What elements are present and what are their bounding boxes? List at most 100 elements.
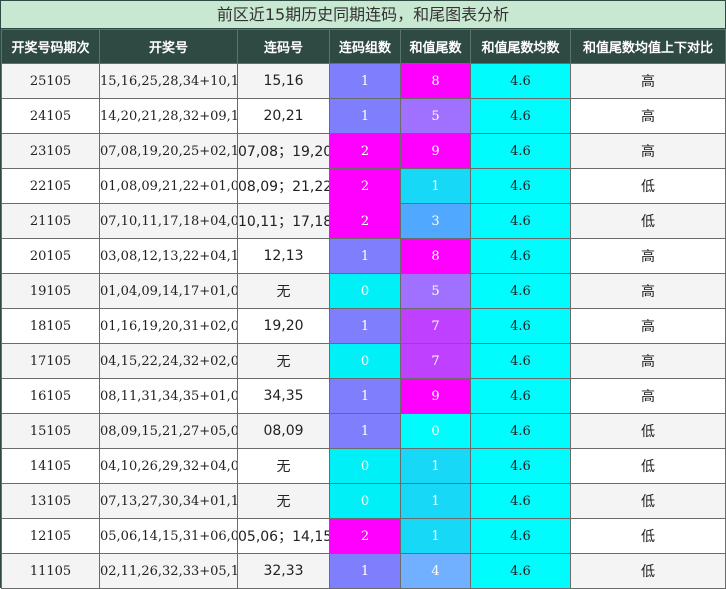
draw-numbers-cell: 08,09,15,21,27+05,09 xyxy=(99,413,238,449)
draw-numbers-cell: 04,10,26,29,32+04,08 xyxy=(99,448,238,484)
group-count-cell: 0 xyxy=(329,273,401,309)
table-title: 前区近15期历史同期连码，和尾图表分析 xyxy=(1,1,725,29)
table-row: 25105 15,16,25,28,34+10,12 15,16 1 8 4.6 高 xyxy=(1,63,726,99)
tail-average-cell: 4.6 xyxy=(470,98,571,134)
tail-average-cell: 4.6 xyxy=(470,63,571,99)
high-low-compare-cell: 高 xyxy=(570,308,726,344)
high-low-compare-cell: 高 xyxy=(570,133,726,169)
draw-numbers-cell: 07,10,11,17,18+04,09 xyxy=(99,203,238,239)
period-cell: 12105 xyxy=(1,518,100,554)
period-cell: 15105 xyxy=(1,413,100,449)
history-table: 开奖号码期次 开奖号 连码号 连码组数 和值尾数 和值尾数均数 和值尾数均值上下… xyxy=(1,29,726,589)
draw-numbers-cell: 07,13,27,30,34+01,12 xyxy=(99,483,238,519)
sum-tail-cell: 8 xyxy=(400,63,471,99)
table-row: 15105 08,09,15,21,27+05,09 08,09 1 0 4.6 低 xyxy=(1,413,726,449)
group-count-cell: 1 xyxy=(329,63,401,99)
tail-average-cell: 4.6 xyxy=(470,168,571,204)
draw-numbers-cell: 03,08,12,13,22+04,12 xyxy=(99,238,238,274)
period-cell: 23105 xyxy=(1,133,100,169)
period-cell: 11105 xyxy=(1,553,100,589)
period-cell: 21105 xyxy=(1,203,100,239)
consecutive-numbers-cell: 15,16 xyxy=(237,63,330,99)
sum-tail-cell: 4 xyxy=(400,553,471,589)
group-count-cell: 0 xyxy=(329,448,401,484)
tail-average-cell: 4.6 xyxy=(470,448,571,484)
consecutive-numbers-cell: 19,20 xyxy=(237,308,330,344)
group-count-cell: 2 xyxy=(329,203,401,239)
table-row: 19105 01,04,09,14,17+01,06 无 0 5 4.6 高 xyxy=(1,273,726,309)
table-row: 13105 07,13,27,30,34+01,12 无 0 1 4.6 低 xyxy=(1,483,726,519)
sum-tail-cell: 7 xyxy=(400,343,471,379)
period-cell: 14105 xyxy=(1,448,100,484)
tail-average-cell: 4.6 xyxy=(470,308,571,344)
group-count-cell: 1 xyxy=(329,308,401,344)
draw-numbers-cell: 01,04,09,14,17+01,06 xyxy=(99,273,238,309)
consecutive-numbers-cell: 07,08；19,20 xyxy=(237,133,330,169)
table-header-row: 开奖号码期次 开奖号 连码号 连码组数 和值尾数 和值尾数均数 和值尾数均值上下… xyxy=(1,29,726,64)
sum-tail-cell: 9 xyxy=(400,378,471,414)
analysis-table-panel: 前区近15期历史同期连码，和尾图表分析 开奖号码期次 开奖号 连码号 连码组数 … xyxy=(0,0,726,589)
group-count-cell: 2 xyxy=(329,518,401,554)
tail-average-cell: 4.6 xyxy=(470,343,571,379)
sum-tail-cell: 5 xyxy=(400,98,471,134)
sum-tail-cell: 1 xyxy=(400,448,471,484)
table-row: 23105 07,08,19,20,25+02,11 07,08；19,20 2 9 4.… xyxy=(1,133,726,169)
draw-numbers-cell: 08,11,31,34,35+01,02 xyxy=(99,378,238,414)
consecutive-numbers-cell: 10,11；17,18 xyxy=(237,203,330,239)
tail-average-cell: 4.6 xyxy=(470,133,571,169)
high-low-compare-cell: 低 xyxy=(570,203,726,239)
sum-tail-cell: 1 xyxy=(400,518,471,554)
consecutive-numbers-cell: 32,33 xyxy=(237,553,330,589)
high-low-compare-cell: 高 xyxy=(570,98,726,134)
group-count-cell: 2 xyxy=(329,133,401,169)
group-count-cell: 1 xyxy=(329,553,401,589)
draw-numbers-cell: 02,11,26,32,33+05,12 xyxy=(99,553,238,589)
high-low-compare-cell: 低 xyxy=(570,413,726,449)
group-count-cell: 0 xyxy=(329,343,401,379)
tail-average-cell: 4.6 xyxy=(470,553,571,589)
period-cell: 20105 xyxy=(1,238,100,274)
table-row: 14105 04,10,26,29,32+04,08 无 0 1 4.6 低 xyxy=(1,448,726,484)
group-count-cell: 1 xyxy=(329,98,401,134)
tail-average-cell: 4.6 xyxy=(470,413,571,449)
table-row: 12105 05,06,14,15,31+06,08 05,06；14,15 2 1 4.… xyxy=(1,518,726,554)
group-count-cell: 1 xyxy=(329,238,401,274)
high-low-compare-cell: 低 xyxy=(570,448,726,484)
tail-average-cell: 4.6 xyxy=(470,203,571,239)
consecutive-numbers-cell: 20,21 xyxy=(237,98,330,134)
sum-tail-cell: 0 xyxy=(400,413,471,449)
sum-tail-cell: 1 xyxy=(400,483,471,519)
draw-numbers-cell: 15,16,25,28,34+10,12 xyxy=(99,63,238,99)
table-row: 17105 04,15,22,24,32+02,09 无 0 7 4.6 高 xyxy=(1,343,726,379)
high-low-compare-cell: 高 xyxy=(570,63,726,99)
draw-numbers-cell: 04,15,22,24,32+02,09 xyxy=(99,343,238,379)
high-low-compare-cell: 低 xyxy=(570,518,726,554)
tail-average-cell: 4.6 xyxy=(470,518,571,554)
table-row: 11105 02,11,26,32,33+05,12 32,33 1 4 4.6 低 xyxy=(1,553,726,589)
draw-numbers-cell: 05,06,14,15,31+06,08 xyxy=(99,518,238,554)
period-cell: 19105 xyxy=(1,273,100,309)
consecutive-numbers-cell: 无 xyxy=(237,273,330,309)
table-row: 21105 07,10,11,17,18+04,09 10,11；17,18 2 3 4.… xyxy=(1,203,726,239)
table-body: 25105 15,16,25,28,34+10,12 15,16 1 8 4.6 高 2410… xyxy=(1,63,726,589)
table-row: 24105 14,20,21,28,32+09,11 20,21 1 5 4.6 高 xyxy=(1,98,726,134)
period-cell: 24105 xyxy=(1,98,100,134)
consecutive-numbers-cell: 无 xyxy=(237,483,330,519)
period-cell: 17105 xyxy=(1,343,100,379)
sum-tail-cell: 5 xyxy=(400,273,471,309)
sum-tail-cell: 9 xyxy=(400,133,471,169)
col-header-high-low-compare: 和值尾数均值上下对比 xyxy=(570,29,726,64)
consecutive-numbers-cell: 05,06；14,15 xyxy=(237,518,330,554)
period-cell: 22105 xyxy=(1,168,100,204)
period-cell: 18105 xyxy=(1,308,100,344)
group-count-cell: 1 xyxy=(329,413,401,449)
draw-numbers-cell: 01,16,19,20,31+02,07 xyxy=(99,308,238,344)
table-row: 22105 01,08,09,21,22+01,04 08,09；21,22 2 1 4.… xyxy=(1,168,726,204)
col-header-sum-tail: 和值尾数 xyxy=(400,29,471,64)
high-low-compare-cell: 高 xyxy=(570,343,726,379)
table-row: 20105 03,08,12,13,22+04,12 12,13 1 8 4.6 高 xyxy=(1,238,726,274)
group-count-cell: 2 xyxy=(329,168,401,204)
tail-average-cell: 4.6 xyxy=(470,238,571,274)
sum-tail-cell: 3 xyxy=(400,203,471,239)
group-count-cell: 0 xyxy=(329,483,401,519)
